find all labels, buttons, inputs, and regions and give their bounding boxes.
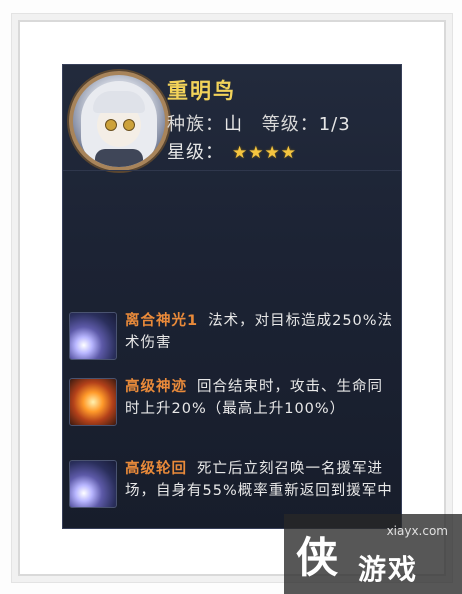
hero-portrait[interactable] bbox=[69, 71, 169, 171]
hero-info-panel: 重明鸟 种族：山 等级：1/3 星级： ★★★★ 离合神光1 法术，对目标造成250… bbox=[62, 64, 402, 529]
star-rating: ★★★★ bbox=[232, 143, 297, 163]
skill-name: 离合神光1 bbox=[125, 313, 199, 329]
hero-star-row: 星级： ★★★★ bbox=[167, 138, 297, 164]
burst-icon[interactable] bbox=[69, 378, 117, 426]
divider bbox=[63, 170, 401, 171]
light-slash-icon[interactable] bbox=[69, 460, 117, 508]
race-label: 种族： bbox=[167, 114, 224, 135]
star-label: 星级： bbox=[167, 142, 224, 163]
race-value: 山 bbox=[224, 114, 243, 135]
skill-name: 高级神迹 bbox=[125, 379, 187, 395]
hero-race-level: 种族：山 等级：1/3 bbox=[167, 110, 351, 136]
level-value: 1/3 bbox=[318, 114, 351, 135]
watermark-glyph: 侠 bbox=[296, 533, 339, 582]
hero-name: 重明鸟 bbox=[167, 79, 236, 103]
watermark-site: xiayx.com bbox=[386, 524, 448, 538]
level-label: 等级： bbox=[261, 114, 319, 135]
site-watermark: 侠 xiayx.com 游戏 bbox=[284, 514, 462, 594]
watermark-brand: 游戏 bbox=[358, 553, 419, 586]
skill-name: 高级轮回 bbox=[125, 461, 187, 477]
light-slash-icon[interactable] bbox=[69, 312, 117, 360]
